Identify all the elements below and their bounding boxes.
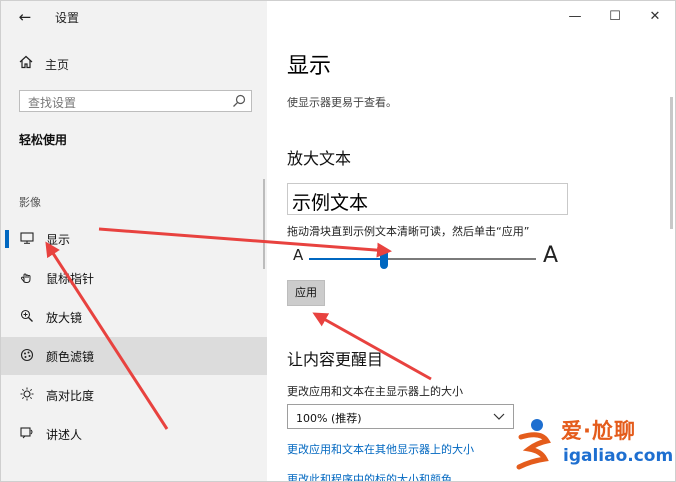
maximize-button[interactable]: ☐	[605, 7, 625, 27]
back-arrow-icon[interactable]: ←	[15, 7, 35, 27]
large-a-label: A	[543, 243, 559, 268]
slider-hint: 拖动滑块直到示例文本清晰可读，然后单击“应用”	[287, 225, 530, 238]
chevron-down-icon	[493, 413, 505, 420]
watermark-brand: 爱·尬聊	[561, 419, 636, 443]
sidebar-item-label: 放大镜	[46, 310, 83, 325]
monitor-icon	[18, 231, 36, 247]
sidebar-item-high-contrast[interactable]: 高对比度	[1, 376, 267, 414]
watermark: 爱·尬聊 igaliao.com	[515, 413, 675, 477]
sidebar-item-label: 讲述人	[46, 427, 83, 442]
sidebar-item-label: 显示	[46, 232, 71, 247]
home-label: 主页	[45, 57, 70, 72]
watermark-domain: igaliao.com	[563, 446, 674, 466]
magnifier-icon	[18, 309, 36, 326]
sidebar: ← 设置 主页 查找设置 轻松使用 影像 显示 鼠标指针 放大镜 颜色滤镜 高对…	[1, 1, 267, 481]
scale-label: 更改应用和文本在主显示器上的大小	[287, 385, 463, 398]
sidebar-item-label: 高对比度	[46, 388, 95, 403]
small-a-label: A	[293, 246, 304, 264]
sample-text-box: 示例文本	[287, 183, 568, 215]
settings-window: ← 设置 主页 查找设置 轻松使用 影像 显示 鼠标指针 放大镜 颜色滤镜 高对…	[0, 0, 676, 482]
sidebar-item-mouse-pointer[interactable]: 鼠标指针	[1, 259, 267, 297]
text-size-slider-track[interactable]	[309, 258, 536, 260]
brighter-heading: 让内容更醒目	[287, 350, 384, 369]
pointer-size-link[interactable]: 更改此和程序中的标的大小和颜色	[287, 471, 452, 481]
page-title: 显示	[287, 54, 332, 79]
window-title: 设置	[55, 11, 80, 25]
sidebar-item-display[interactable]: 显示	[1, 220, 267, 258]
page-description: 使显示器更易于查看。	[287, 96, 397, 109]
search-input[interactable]: 查找设置	[19, 90, 252, 112]
color-filter-icon	[18, 348, 36, 365]
text-size-slider-thumb[interactable]	[380, 249, 388, 269]
scale-dropdown[interactable]: 100% (推荐)	[287, 404, 514, 429]
search-placeholder: 查找设置	[28, 96, 77, 110]
sidebar-item-home[interactable]: 主页	[19, 53, 69, 75]
slider-fill	[309, 258, 384, 260]
watermark-logo-icon	[516, 419, 551, 470]
search-icon[interactable]	[232, 94, 246, 108]
sample-text: 示例文本	[292, 192, 369, 214]
narrator-icon	[18, 426, 36, 443]
group-label: 影像	[19, 196, 41, 209]
sidebar-item-magnifier[interactable]: 放大镜	[1, 298, 267, 336]
section-title: 轻松使用	[19, 133, 68, 147]
other-display-size-link[interactable]: 更改应用和文本在其他显示器上的大小	[287, 441, 474, 457]
high-contrast-icon	[18, 387, 36, 404]
sidebar-item-label: 颜色滤镜	[46, 349, 95, 364]
sidebar-item-label: 鼠标指针	[46, 271, 95, 286]
main-scrollbar[interactable]	[670, 97, 673, 229]
scale-value: 100% (推荐)	[296, 412, 362, 425]
minimize-button[interactable]: —	[565, 7, 585, 27]
enlarge-text-heading: 放大文本	[287, 149, 352, 168]
home-icon	[19, 55, 35, 73]
sidebar-scrollbar[interactable]	[263, 179, 265, 269]
mouse-pointer-icon	[18, 270, 36, 287]
close-button[interactable]: ✕	[645, 7, 665, 27]
apply-button[interactable]: 应用	[287, 280, 325, 306]
main-content: — ☐ ✕ 显示 使显示器更易于查看。 放大文本 示例文本 拖动滑块直到示例文本…	[267, 1, 675, 481]
sidebar-item-color-filter[interactable]: 颜色滤镜	[1, 337, 267, 375]
sidebar-item-narrator[interactable]: 讲述人	[1, 415, 267, 453]
